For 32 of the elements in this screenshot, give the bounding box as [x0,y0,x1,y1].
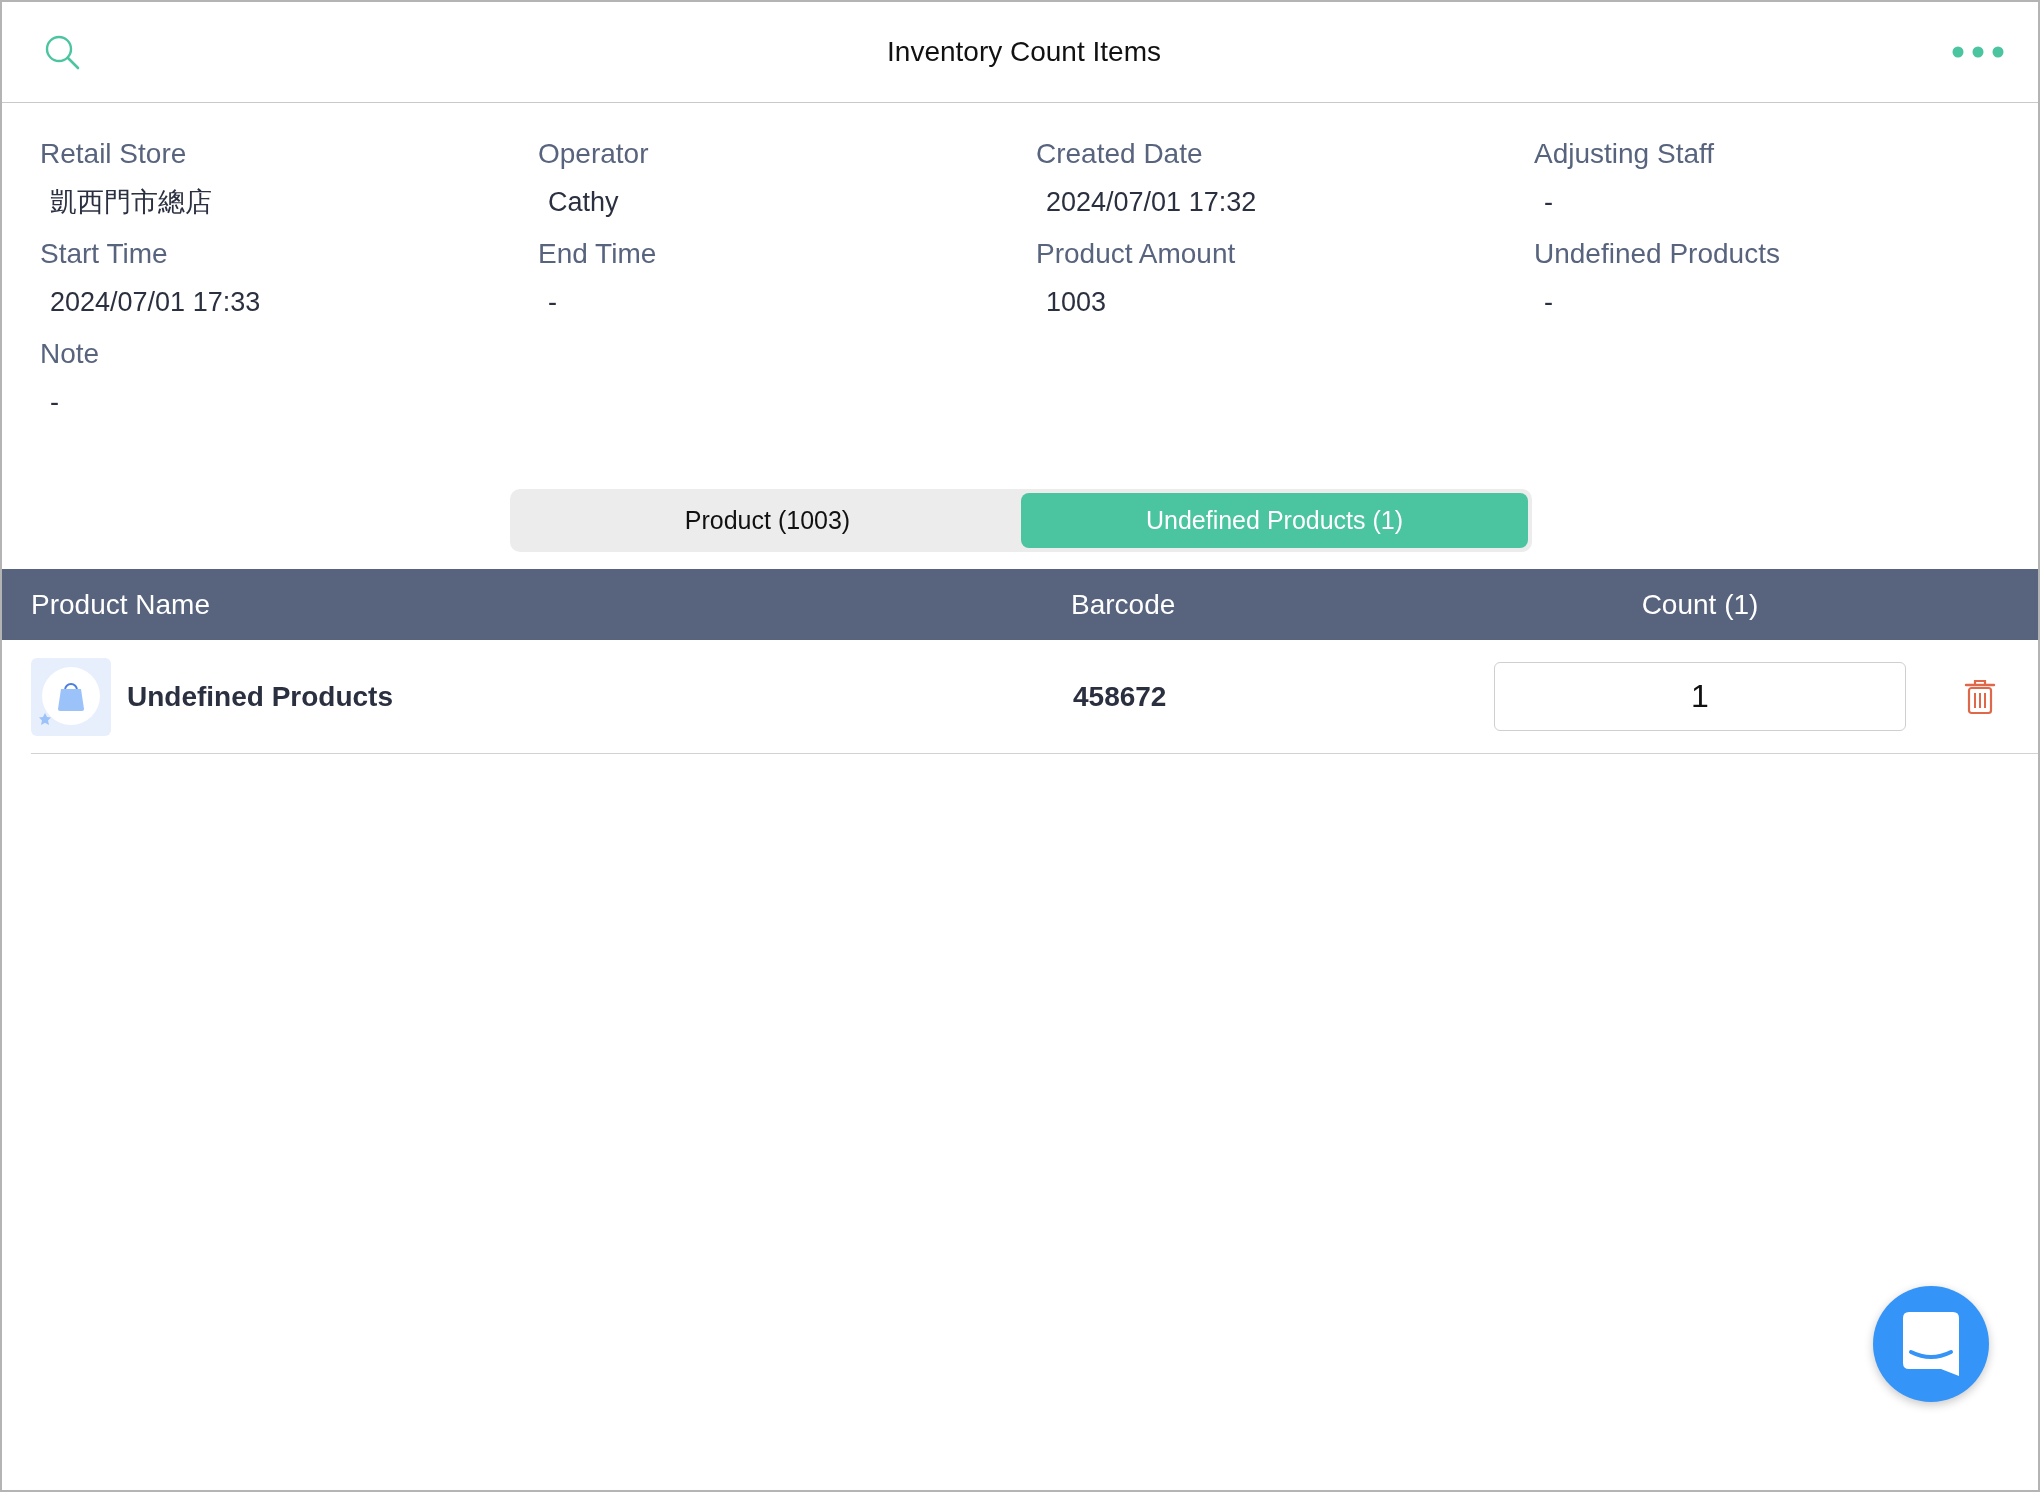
field-label: Adjusting Staff [1534,137,1715,171]
more-icon[interactable] [1952,46,2004,58]
chat-icon [1903,1312,1959,1376]
trash-icon[interactable] [1964,678,1996,715]
field-value: 2024/07/01 17:32 [1045,186,1257,219]
column-header: Count (1) [1641,588,1759,621]
field-value: - [1543,286,1553,319]
segment-tab[interactable]: Product (1003) [514,493,1021,548]
shopping-bag-icon [31,657,111,736]
chat-button[interactable] [1873,1286,1989,1402]
column-header: Barcode [1071,588,1176,621]
field-label: End Time [538,237,657,271]
field-value: 凱西門市總店 [49,186,212,219]
search-icon[interactable] [44,34,80,70]
count-input[interactable]: 1 [1494,662,1906,731]
field-value: - [1543,186,1553,219]
field-value: Cathy [547,186,619,219]
field-label: Note [40,337,100,371]
field-value: - [547,286,557,319]
column-header: Product Name [31,588,210,621]
field-label: Retail Store [40,137,187,171]
field-label: Undefined Products [1534,237,1780,271]
field-label: Created Date [1036,137,1203,171]
field-value: - [49,386,59,419]
page-title: Inventory Count Items [887,36,1161,68]
field-label: Start Time [40,237,168,271]
field-value: 2024/07/01 17:33 [49,286,261,319]
barcode-text: 458672 [1072,680,1167,713]
product-name: Undefined Products [127,680,393,713]
field-label: Product Amount [1036,237,1236,271]
field-value: 1003 [1045,286,1107,319]
field-label: Operator [538,137,649,171]
